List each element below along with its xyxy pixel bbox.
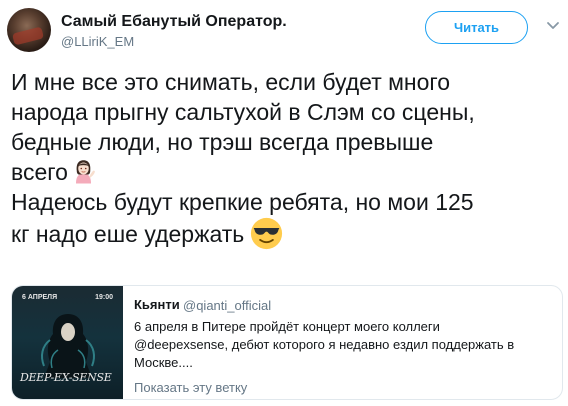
tweet-line-text: всего: [11, 159, 68, 185]
tweet-line: бедные люди, но трэш всегда превыше: [11, 129, 434, 155]
smiling-face-with-sunglasses-emoji-icon: [251, 217, 283, 250]
quoted-line: Москве....: [134, 355, 193, 370]
woman-tipping-hand-emoji-icon: [75, 160, 95, 184]
tweet-line-with-emoji: всего: [11, 157, 563, 187]
poster-time: 19:00: [95, 294, 113, 301]
poster-logo-text: DEEP-EX-SENSE: [20, 371, 112, 384]
tweet-line: народа прыгну сальтухой в Слэм со сцены,: [11, 99, 475, 125]
quoted-line: 6 апреля в Питере пройдёт концерт моего …: [134, 319, 440, 334]
quoted-tweet-text: 6 апреля в Питере пройдёт концерт моего …: [134, 318, 554, 372]
poster-figure-image: [41, 314, 95, 378]
show-thread-link[interactable]: Показать эту ветку: [134, 380, 247, 395]
chevron-down-icon[interactable]: [545, 17, 561, 33]
avatar-detail: [11, 26, 45, 46]
tweet-line: Надеюсь будут крепкие ребята, но мои 125: [11, 189, 474, 215]
tweet-line: И мне все это снимать, если будет много: [11, 69, 451, 95]
quoted-tweet-media[interactable]: 6 АПРЕЛЯ 19:00 DEEP-EX-SENSE: [12, 286, 123, 399]
follow-button[interactable]: Читать: [425, 11, 528, 44]
tweet-line-with-emoji: кг надо еше удержать: [11, 217, 563, 250]
quoted-author-name: Кьянти: [134, 297, 180, 312]
quoted-author-handle: @qianti_official: [183, 298, 272, 313]
tweet-header: Самый Ебанутый Оператор. @LLiriK_EM Чита…: [0, 0, 568, 62]
author-avatar[interactable]: [7, 8, 51, 52]
quoted-tweet-card[interactable]: 6 АПРЕЛЯ 19:00 DEEP-EX-SENSE Кьянти @qia…: [11, 285, 563, 400]
quoted-line: @deepexsense, дебют которого я недавно е…: [134, 337, 515, 352]
tweet-text: И мне все это снимать, если будет много …: [11, 67, 563, 250]
tweet-line-text: кг надо еше удержать: [11, 221, 245, 247]
author-name[interactable]: Самый Ебанутый Оператор.: [61, 13, 287, 31]
poster-date: 6 АПРЕЛЯ: [22, 294, 58, 301]
author-handle[interactable]: @LLiriK_EM: [61, 34, 134, 49]
